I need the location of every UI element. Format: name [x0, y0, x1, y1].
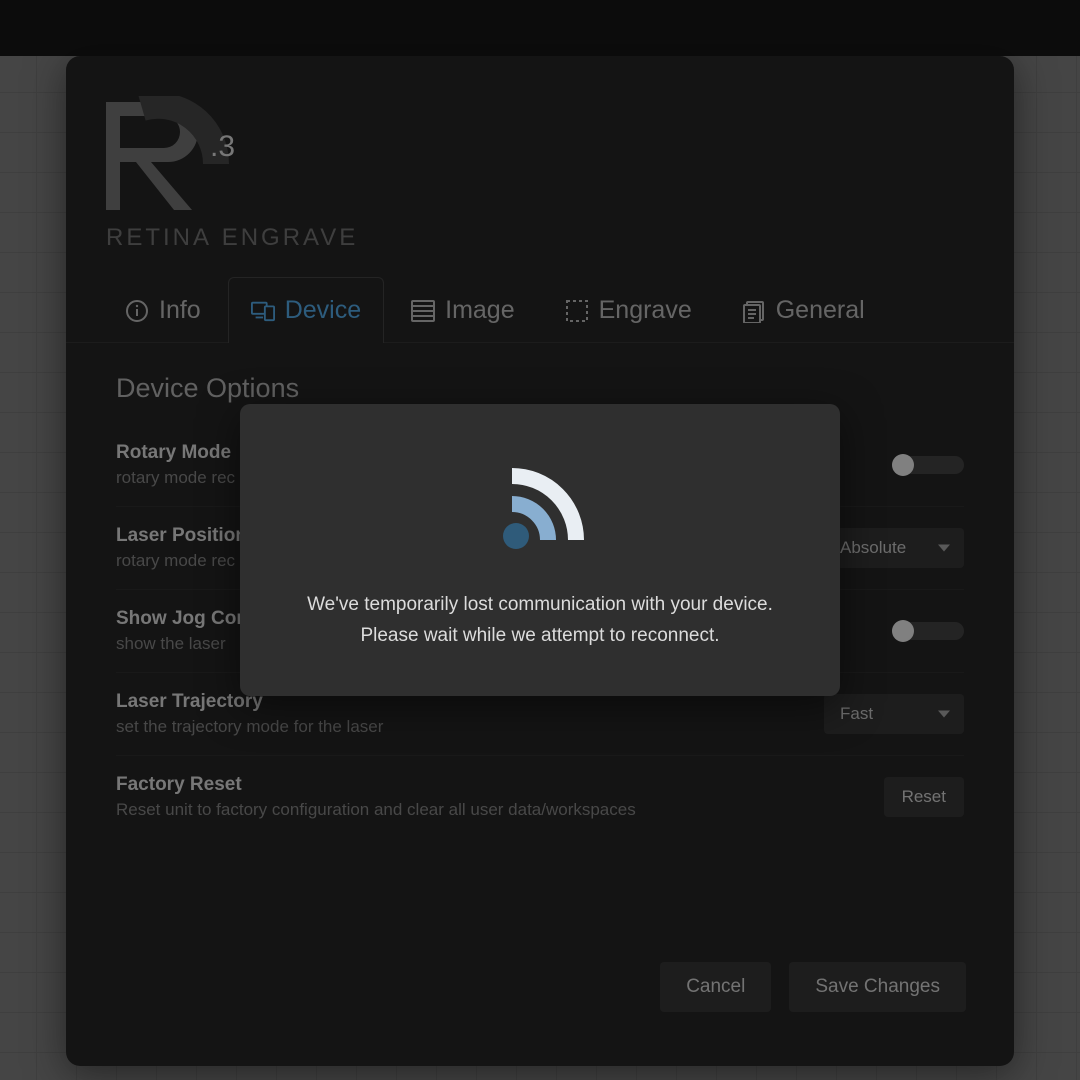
- reconnect-modal: We've temporarily lost communication wit…: [240, 404, 840, 696]
- modal-message: We've temporarily lost communication wit…: [280, 589, 800, 652]
- modal-line-2: Please wait while we attempt to reconnec…: [280, 620, 800, 651]
- signal-icon: [490, 456, 590, 556]
- modal-line-1: We've temporarily lost communication wit…: [280, 589, 800, 620]
